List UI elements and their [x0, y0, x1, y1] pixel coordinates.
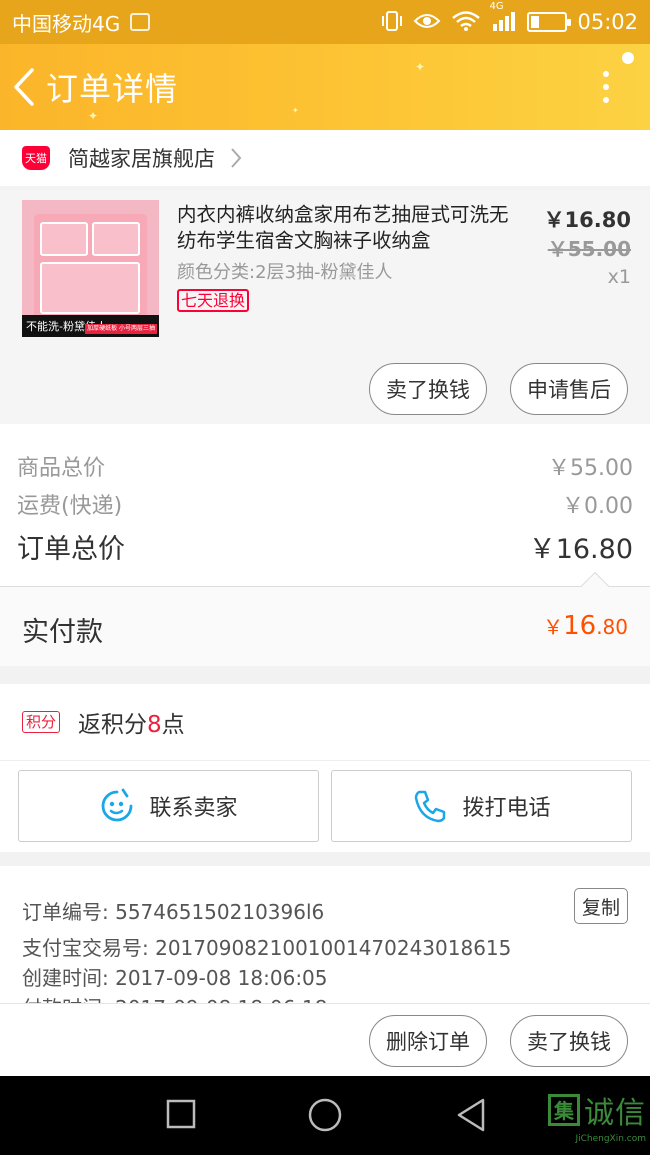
call-phone-button[interactable]: 拨打电话: [331, 770, 632, 842]
status-bar: 中国移动4G 4G 05:02: [0, 0, 650, 44]
shipping-label: 运费(快递): [17, 494, 123, 519]
copy-button[interactable]: 复制: [574, 888, 628, 924]
sparkle-decoration: ✦: [415, 60, 426, 74]
eye-icon: [413, 11, 441, 34]
points-text: 返积分8点: [78, 712, 185, 738]
home-button[interactable]: [307, 1097, 343, 1133]
contact-seller-label: 联系卖家: [149, 796, 238, 821]
wifi-icon: [451, 10, 481, 35]
shipping-value: ￥0.00: [562, 494, 633, 519]
chat-face-icon: [102, 788, 133, 822]
image-tag: 加厚硬纸板 小号两层三抽: [85, 324, 157, 334]
points-row: 积分 返积分8点: [0, 684, 650, 760]
paid-integer: 16: [563, 611, 597, 641]
product-spec: 颜色分类:2层3抽-粉黛佳人: [177, 262, 393, 283]
product-title: 内衣内裤收纳盒家用布艺抽屉式可洗无纺布学生宿舍文胸袜子收纳盒: [177, 203, 509, 252]
sell-button[interactable]: 卖了换钱: [369, 363, 487, 415]
call-phone-label: 拨打电话: [462, 796, 551, 821]
goods-total-label: 商品总价: [17, 456, 106, 481]
page-title: 订单详情: [46, 70, 179, 108]
navbar: ✦ ✦ ✦ 订单详情: [0, 44, 650, 130]
notification-dot: [622, 52, 634, 64]
shipping-row: 运费(快递) ￥0.00: [17, 488, 633, 520]
chevron-left-icon: [14, 68, 34, 106]
bottom-action-bar: 删除订单 卖了换钱: [0, 1003, 650, 1076]
order-total-row: 订单总价 ￥16.80: [17, 527, 633, 566]
product-price: ￥16.80: [543, 208, 631, 232]
order-total-value: ￥16.80: [528, 534, 633, 565]
watermark-text: 诚信: [584, 1095, 646, 1131]
shop-row[interactable]: 天猫 简越家居旗舰店: [0, 130, 650, 186]
goods-total-value: ￥55.00: [548, 456, 633, 481]
network-type: 4G: [489, 0, 504, 12]
paid-decimal: .80: [596, 615, 628, 639]
contact-row: 联系卖家 拨打电话: [0, 760, 650, 852]
delete-order-button[interactable]: 删除订单: [369, 1015, 487, 1067]
clock: 05:02: [577, 10, 638, 34]
storage-box-illustration: [34, 214, 147, 320]
more-vertical-icon: [603, 71, 609, 77]
paid-label: 实付款: [22, 617, 103, 648]
back-nav-button[interactable]: [454, 1097, 488, 1133]
refund-badge: 七天退换: [177, 289, 250, 312]
paid-currency: ￥: [543, 615, 564, 639]
battery-icon: [527, 12, 572, 32]
order-info: 订单编号: 557465150210396l6 复制 支付宝交易号: 20170…: [0, 866, 650, 1003]
order-total-label: 订单总价: [17, 534, 125, 565]
image-notification-icon: [130, 13, 151, 31]
paid-amount-row: 实付款 ￥16.80: [0, 571, 650, 666]
product-item[interactable]: 不能洗-粉黛佳人 加厚硬纸板 小号两层三抽 内衣内裤收纳盒家用布艺抽屉式可洗无纺…: [0, 190, 650, 424]
watermark-logo: 集: [548, 1093, 580, 1126]
points-value: 8: [147, 712, 162, 738]
signal-icon: 4G: [489, 1, 517, 35]
tmall-badge: 天猫: [22, 146, 50, 170]
paid-time: 付款时间: 2017-09-08 18:06:18: [22, 992, 328, 1003]
sparkle-decoration: ✦: [292, 106, 299, 115]
sparkle-decoration: ✦: [88, 109, 99, 123]
product-image[interactable]: 不能洗-粉黛佳人 加厚硬纸板 小号两层三抽: [22, 200, 159, 337]
product-quantity: x1: [607, 266, 631, 288]
points-badge: 积分: [22, 711, 61, 733]
vibrate-icon: [381, 10, 403, 34]
contact-seller-button[interactable]: 联系卖家: [18, 770, 319, 842]
sell-button-bottom[interactable]: 卖了换钱: [510, 1015, 628, 1067]
watermark: 集 诚信 JiChengXin.com: [530, 1076, 650, 1155]
chevron-right-icon: [231, 148, 242, 168]
phone-icon: [415, 790, 446, 823]
product-original-price: ￥55.00: [547, 237, 631, 261]
after-sale-button[interactable]: 申请售后: [510, 363, 628, 415]
paid-amount: ￥16.80: [543, 611, 628, 641]
created-time: 创建时间: 2017-09-08 18:06:05: [22, 966, 328, 990]
order-number: 订单编号: 557465150210396l6: [22, 900, 325, 924]
goods-total-row: 商品总价 ￥55.00: [17, 450, 633, 482]
price-summary: 商品总价 ￥55.00 运费(快递) ￥0.00 订单总价 ￥16.80: [0, 424, 650, 586]
recents-button[interactable]: [165, 1098, 197, 1130]
shop-name: 简越家居旗舰店: [68, 147, 215, 171]
alipay-trade-number: 支付宝交易号: 2017090821001001470243018615: [22, 936, 512, 960]
carrier-name: 中国移动4G: [12, 11, 121, 36]
back-button[interactable]: [4, 44, 44, 130]
watermark-url: JiChengXin.com: [575, 1133, 646, 1144]
